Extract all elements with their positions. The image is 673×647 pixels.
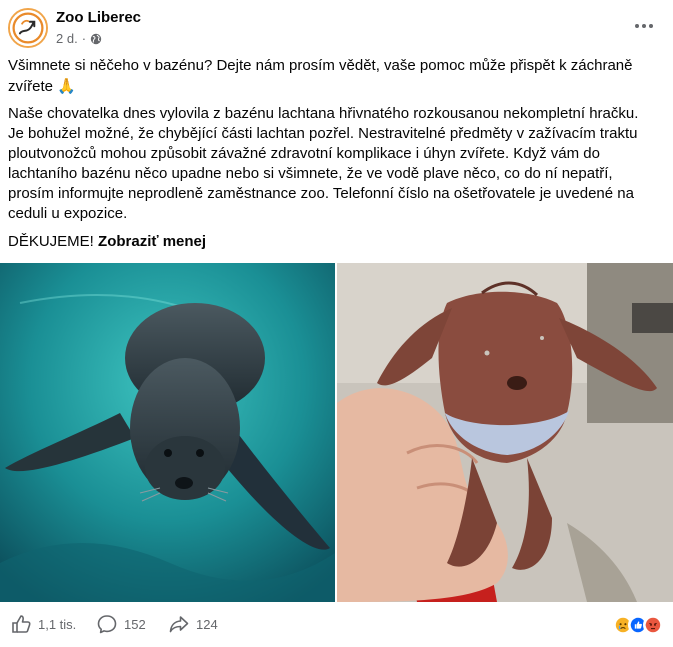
comment-icon: [97, 615, 117, 634]
page-avatar[interactable]: [8, 8, 48, 48]
intro-text: Všimnete si něčeho v bazénu? Dejte nám p…: [8, 57, 633, 95]
post-header: Zoo Liberec 2 d. ·: [0, 0, 673, 58]
zoo-logo-icon: [10, 10, 46, 46]
post-closing: DĚKUJEME! Zobraziť menej: [8, 232, 648, 252]
post-footer: 1,1 tis. 152 124: [0, 603, 673, 647]
praying-hands-emoji: 🙏: [57, 77, 76, 95]
page-name-link[interactable]: Zoo Liberec: [56, 9, 141, 26]
share-button[interactable]: 124: [168, 613, 218, 635]
comment-count: 152: [124, 616, 146, 632]
post-meta: 2 d. ·: [56, 31, 102, 46]
sea-lion-photo[interactable]: [0, 263, 335, 602]
share-icon: [169, 616, 189, 633]
post-intro: Všimnete si něčeho v bazénu? Dejte nám p…: [8, 56, 648, 97]
more-options-icon: [635, 24, 639, 28]
post-body: Naše chovatelka dnes vylovila z bazénu l…: [8, 105, 639, 222]
more-options-dot: [649, 24, 653, 28]
more-options-button[interactable]: [629, 14, 659, 38]
like-button[interactable]: 1,1 tis.: [10, 613, 76, 635]
meta-separator: ·: [81, 31, 87, 46]
chewed-toy-photo[interactable]: [337, 263, 673, 602]
like-count: 1,1 tis.: [38, 616, 77, 632]
sea-lion-image: [0, 263, 335, 602]
comment-button[interactable]: 152: [96, 613, 146, 635]
more-options-dot: [642, 24, 646, 28]
thanks-text: DĚKUJEME!: [8, 233, 94, 250]
angry-reaction-icon: [643, 615, 663, 635]
reaction-summary[interactable]: [613, 615, 663, 635]
chewed-toy-image: [337, 263, 673, 602]
globe-icon: [90, 33, 102, 44]
share-count: 124: [196, 616, 218, 632]
post-time[interactable]: 2 d.: [56, 31, 78, 46]
thumbs-up-icon: [12, 615, 31, 633]
see-less-link[interactable]: Zobraziť menej: [98, 233, 206, 250]
